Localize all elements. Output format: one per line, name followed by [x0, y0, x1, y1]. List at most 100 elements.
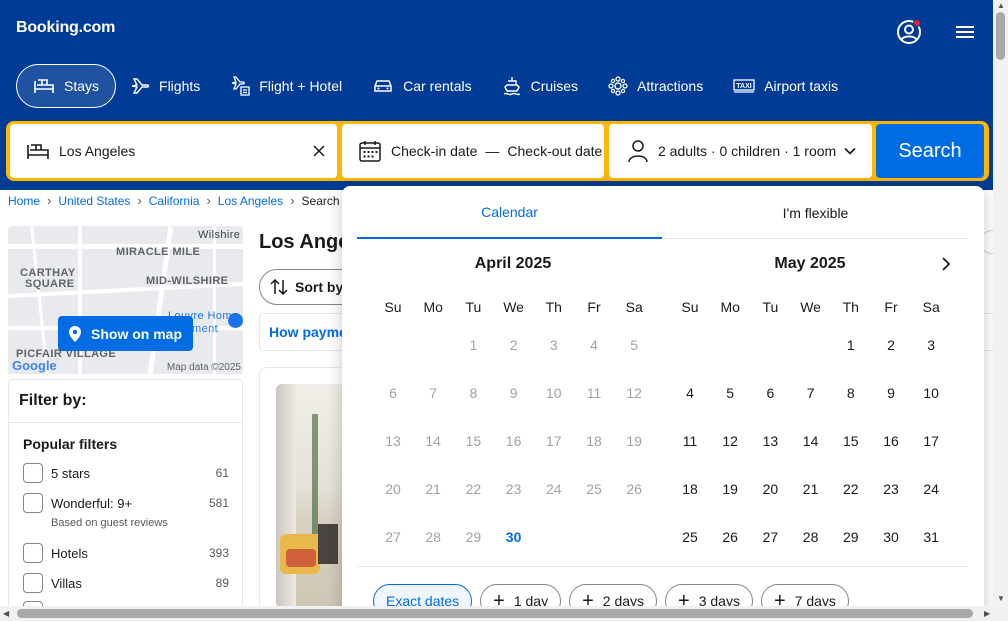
booking-logo[interactable]: Booking.com: [16, 19, 115, 37]
calendar-day[interactable]: 27: [750, 517, 790, 557]
month-title: April 2025: [474, 255, 552, 272]
bed-icon: [34, 79, 54, 93]
nav-stays[interactable]: Stays: [16, 64, 117, 108]
calendar-day[interactable]: 2: [871, 325, 911, 365]
attractions-icon: [608, 76, 628, 96]
bed-icon: [27, 144, 49, 159]
calendar-day[interactable]: 9: [871, 373, 911, 413]
property-image[interactable]: [276, 384, 346, 608]
calendar-day: 6: [389, 385, 397, 401]
destination-field[interactable]: Los Angeles: [10, 124, 337, 178]
checkout-label[interactable]: Check-out date: [507, 143, 602, 159]
filter-option[interactable]: Wonderful: 9+ 581: [23, 492, 229, 514]
filter-count: 61: [215, 466, 229, 480]
calendar-day[interactable]: 31: [911, 517, 951, 557]
plane-icon: [131, 78, 150, 94]
calendar-day[interactable]: 18: [670, 469, 710, 509]
calendar-day[interactable]: 21: [791, 469, 831, 509]
horizontal-scrollbar[interactable]: ◀ ▶: [0, 606, 1008, 621]
calendar-day[interactable]: 11: [670, 421, 710, 461]
calendar-day: 1: [469, 337, 478, 353]
scroll-left-icon[interactable]: ◀: [3, 609, 9, 618]
dates-field[interactable]: Check-in date — Check-out date: [342, 124, 604, 178]
hamburger-menu-icon[interactable]: [955, 24, 975, 40]
calendar-day[interactable]: 16: [871, 421, 911, 461]
guests-field[interactable]: 2 adults · 0 children · 1 room: [609, 124, 872, 178]
calendar-day[interactable]: 7: [791, 373, 831, 413]
calendar-day[interactable]: 4: [670, 373, 710, 413]
calendar-day[interactable]: 30: [494, 517, 534, 557]
calendar-day[interactable]: 20: [750, 469, 790, 509]
divider: [9, 422, 242, 423]
checkbox[interactable]: [23, 463, 43, 483]
checkin-label[interactable]: Check-in date: [391, 143, 477, 159]
tab-flexible[interactable]: I'm flexible: [663, 186, 968, 239]
sort-icon: [270, 279, 288, 295]
weekday-header: Mo: [720, 299, 740, 315]
calendar-day[interactable]: 23: [871, 469, 911, 509]
nav-flights[interactable]: Flights: [116, 64, 216, 108]
calendar-day: 17: [546, 433, 562, 449]
calendar-day[interactable]: 12: [710, 421, 750, 461]
map-preview[interactable]: Wilshire B MIRACLE MILE CARTHAY SQUARE M…: [8, 226, 243, 374]
calendar-icon: [359, 141, 381, 162]
calendar-day[interactable]: 6: [750, 373, 790, 413]
calendar-day[interactable]: 15: [831, 421, 871, 461]
account-icon[interactable]: [896, 19, 922, 45]
google-logo: Google: [12, 358, 57, 373]
calendar-day: 24: [546, 481, 562, 497]
calendar-day[interactable]: 5: [710, 373, 750, 413]
nav-attractions[interactable]: Attractions: [594, 64, 719, 108]
checkbox[interactable]: [23, 543, 43, 563]
calendar-day: 25: [586, 481, 602, 497]
weekday-header: Th: [842, 299, 859, 315]
map-label: ment: [192, 323, 219, 335]
next-month-button[interactable]: [934, 252, 958, 276]
calendar-day: 13: [385, 433, 401, 449]
search-bar: Los Angeles Check-in date — Check-out da…: [6, 121, 989, 181]
calendar-day: 3: [549, 337, 558, 353]
clear-icon[interactable]: [313, 145, 325, 157]
nav-car-rentals[interactable]: Car rentals: [358, 64, 487, 108]
nav-flight-hotel[interactable]: Flight + Hotel: [216, 64, 358, 108]
checkbox[interactable]: [23, 493, 43, 513]
map-pin-icon: [69, 325, 81, 342]
calendar-day: 26: [626, 481, 642, 497]
breadcrumb-country[interactable]: United States: [58, 194, 130, 208]
calendar-day[interactable]: 3: [911, 325, 951, 365]
calendar-day[interactable]: 1: [831, 325, 871, 365]
calendar-day[interactable]: 29: [831, 517, 871, 557]
calendar-day[interactable]: 8: [831, 373, 871, 413]
tab-calendar[interactable]: Calendar: [357, 186, 662, 239]
calendar-day[interactable]: 22: [831, 469, 871, 509]
breadcrumb-state[interactable]: California: [149, 194, 200, 208]
calendar-day[interactable]: 28: [791, 517, 831, 557]
calendar-day[interactable]: 13: [750, 421, 790, 461]
nav-cruises[interactable]: Cruises: [488, 64, 594, 108]
filter-option[interactable]: Hotels 393: [23, 542, 229, 564]
scroll-down-icon[interactable]: ▼: [997, 594, 1005, 603]
vertical-scrollbar[interactable]: ▲ ▼: [993, 0, 1008, 606]
calendar-day[interactable]: 14: [791, 421, 831, 461]
scroll-right-icon[interactable]: ▶: [984, 609, 990, 618]
calendar-day[interactable]: 17: [911, 421, 951, 461]
calendar-day[interactable]: 19: [710, 469, 750, 509]
search-button[interactable]: Search: [876, 124, 984, 178]
checkbox[interactable]: [23, 573, 43, 593]
calendar-day[interactable]: 10: [911, 373, 951, 413]
filter-option[interactable]: 5 stars 61: [23, 462, 229, 484]
calendar-day[interactable]: 24: [911, 469, 951, 509]
date-picker-tabs: Calendar I'm flexible: [357, 186, 968, 239]
scrollbar-thumb[interactable]: [996, 12, 1005, 60]
scrollbar-thumb[interactable]: [17, 609, 973, 618]
calendar-day[interactable]: 25: [670, 517, 710, 557]
show-on-map-label: Show on map: [91, 325, 182, 342]
breadcrumb-home[interactable]: Home: [8, 194, 40, 208]
show-on-map-button[interactable]: Show on map: [58, 316, 193, 351]
calendar-day[interactable]: 30: [871, 517, 911, 557]
filter-option[interactable]: Villas 89: [23, 572, 229, 594]
scroll-up-icon[interactable]: ▲: [997, 1, 1005, 10]
calendar-day[interactable]: 26: [710, 517, 750, 557]
breadcrumb-city[interactable]: Los Angeles: [218, 194, 283, 208]
nav-airport-taxis[interactable]: TAXI Airport taxis: [719, 64, 854, 108]
